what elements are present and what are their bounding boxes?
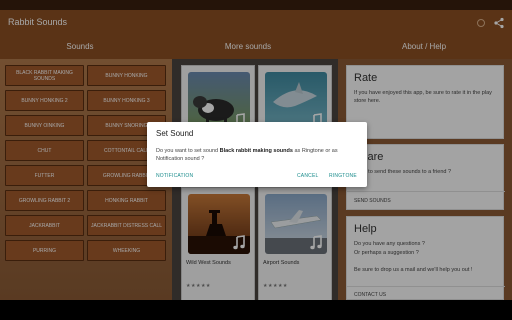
dialog-message-prefix: Do you want to set sound xyxy=(156,148,220,154)
dialog-message: Do you want to set sound Black rabbit ma… xyxy=(156,147,361,163)
set-sound-dialog: Set Sound Do you want to set sound Black… xyxy=(147,122,367,187)
dialog-title: Set Sound xyxy=(156,129,194,138)
cancel-button[interactable]: CANCEL xyxy=(297,173,318,179)
navigation-bar xyxy=(0,300,512,320)
app-window: Rabbit Sounds Sounds More sounds About /… xyxy=(0,0,512,320)
notification-button[interactable]: NOTIFICATION xyxy=(156,173,193,179)
ringtone-button[interactable]: RINGTONE xyxy=(329,173,357,179)
dialog-sound-name: Black rabbit making sounds xyxy=(219,148,293,154)
